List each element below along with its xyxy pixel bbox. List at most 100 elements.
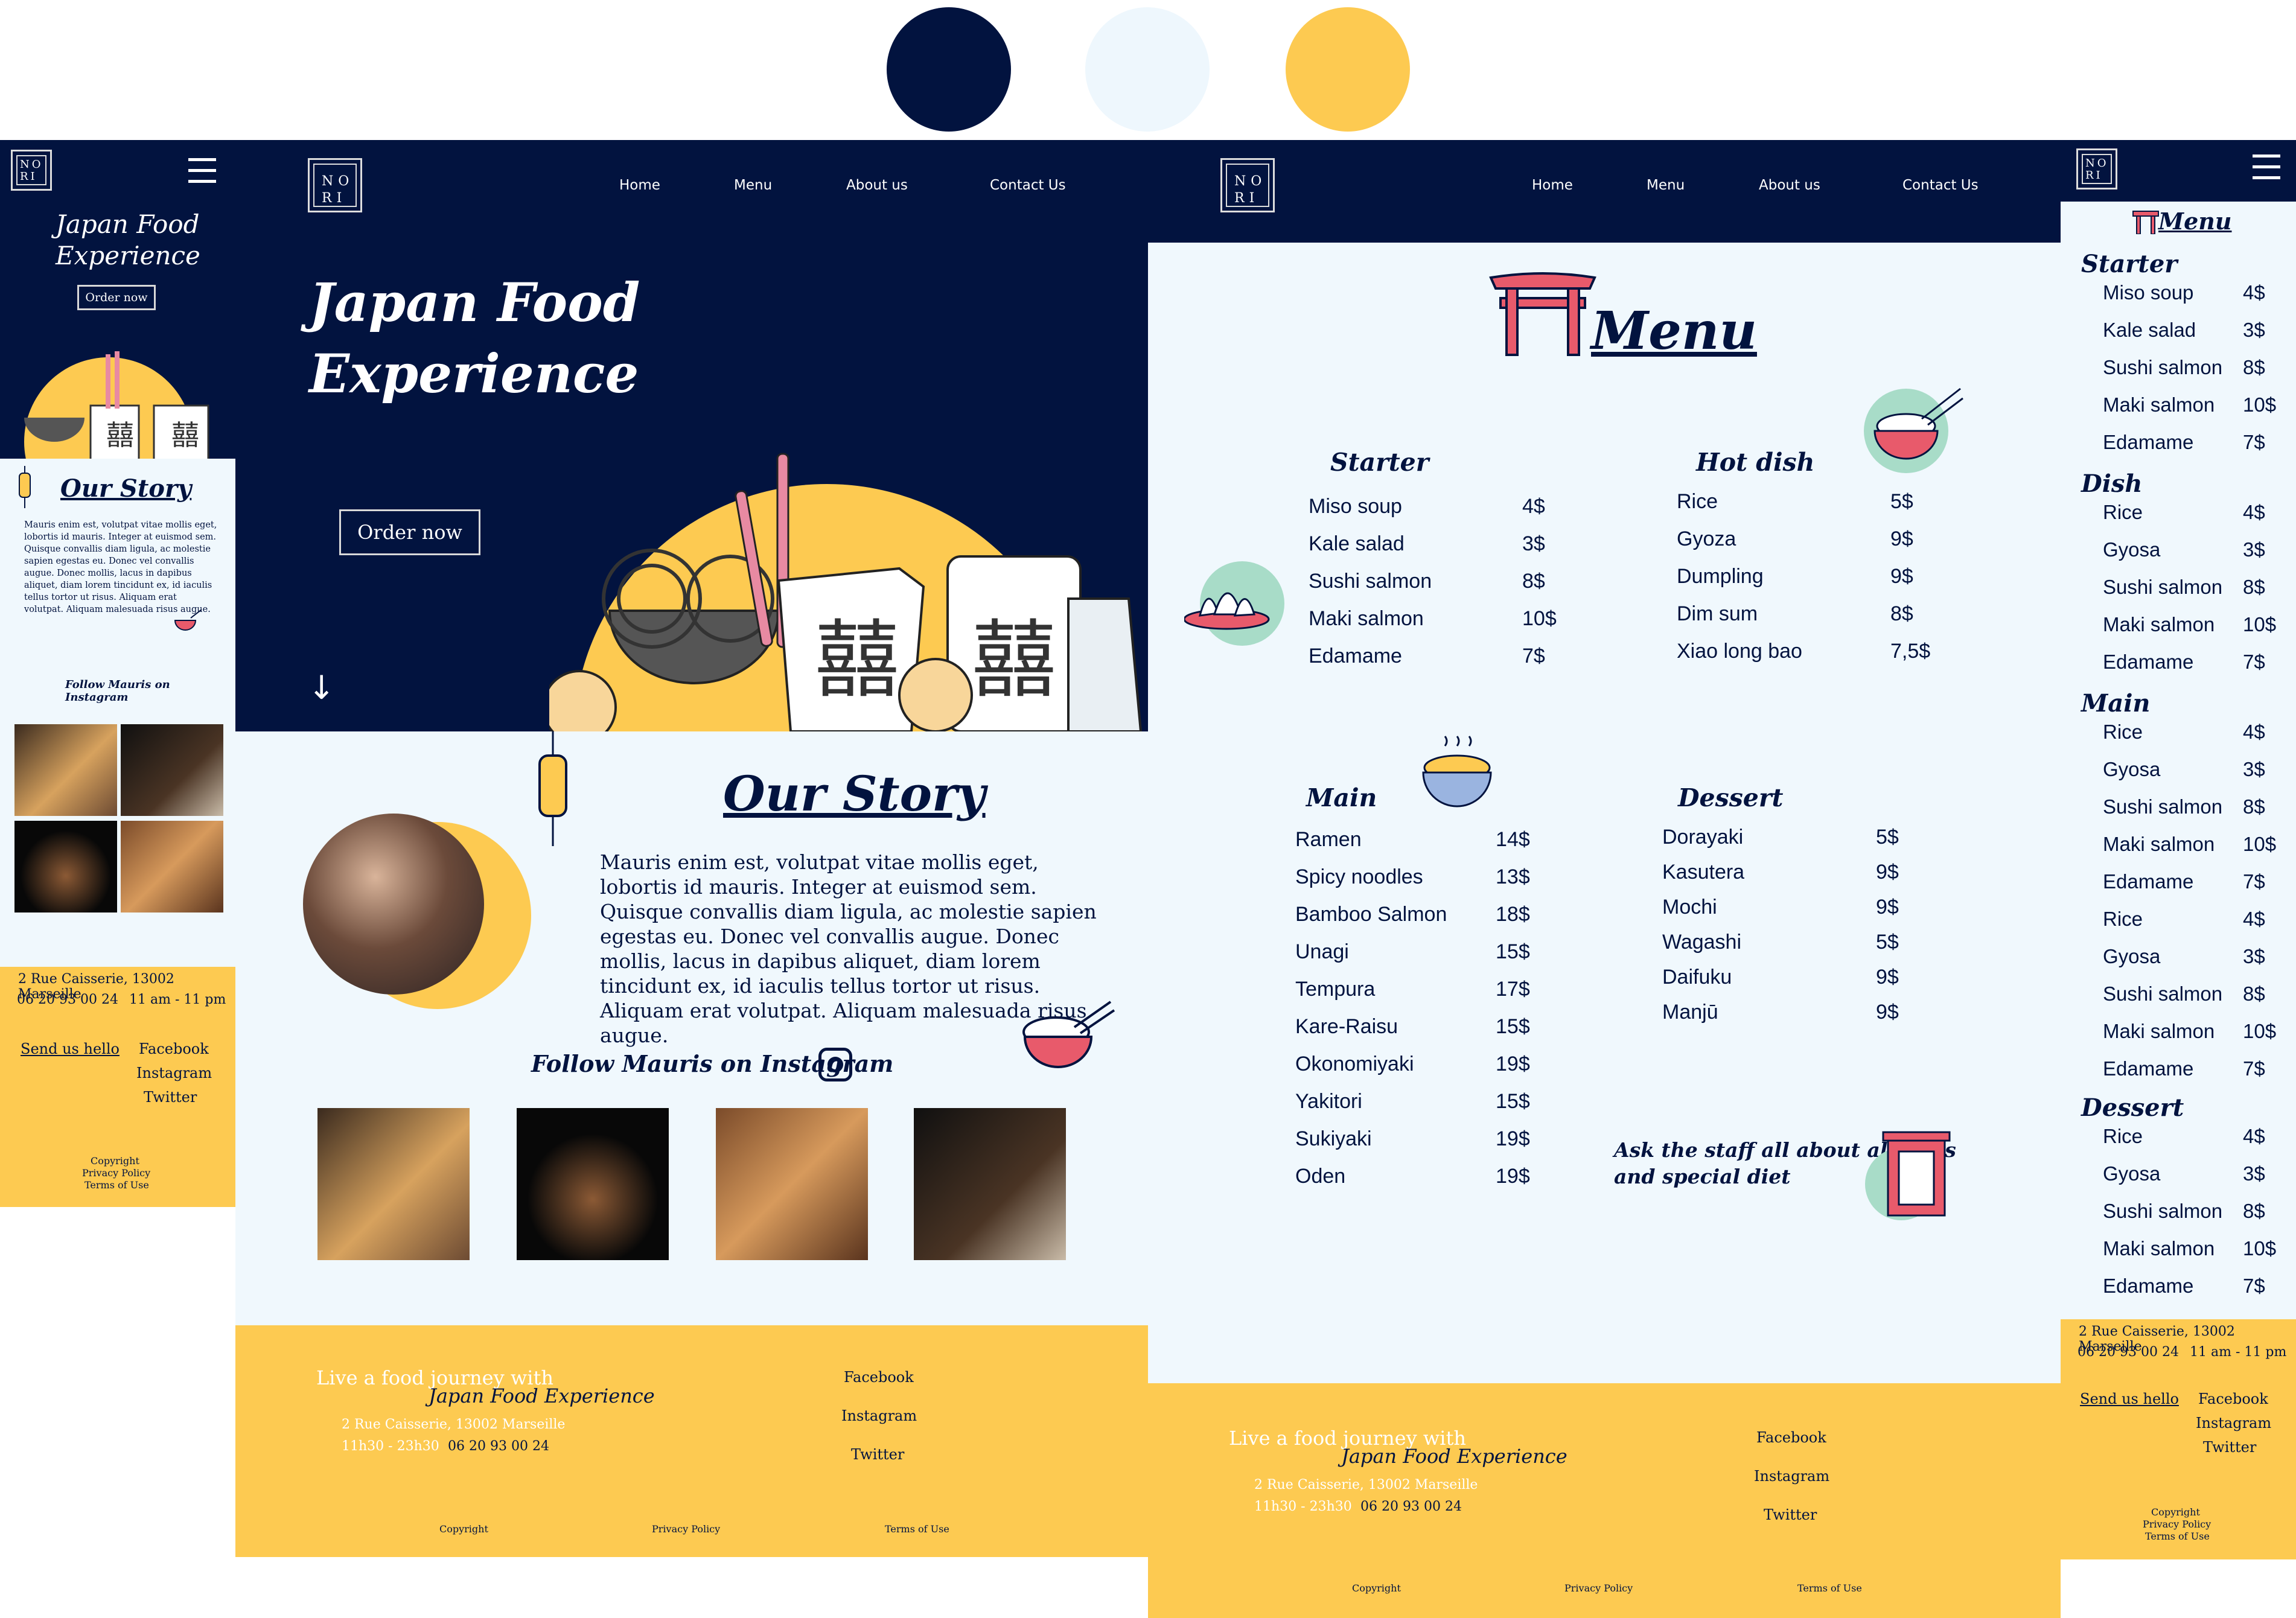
- mobile-menu-item-name: Sushi salmon: [2103, 983, 2223, 1005]
- mobile-twitter-link[interactable]: Twitter: [2203, 1439, 2256, 1456]
- mobile-menu-item-name: Maki salmon: [2103, 613, 2215, 635]
- mobile-twitter-link[interactable]: Twitter: [144, 1089, 197, 1106]
- menu-item-name: Bamboo Salmon: [1295, 903, 1447, 926]
- nav-contact[interactable]: Contact Us: [1902, 177, 1979, 193]
- nav-menu[interactable]: Menu: [734, 177, 772, 193]
- photo-tonkatsu[interactable]: [317, 1108, 470, 1260]
- nav-menu[interactable]: Menu: [1647, 177, 1685, 193]
- footer-instagram-link[interactable]: Instagram: [1754, 1468, 1829, 1485]
- dumplings-icon: [1183, 561, 1290, 646]
- footer-privacy[interactable]: Privacy Policy: [1564, 1582, 1633, 1594]
- menu-page-logo[interactable]: NO RI: [1220, 158, 1275, 212]
- desktop-order-button[interactable]: Order now: [339, 509, 480, 555]
- mobile-instagram-label[interactable]: Follow Mauris on Instagram: [65, 678, 235, 704]
- svg-text:囍: 囍: [972, 611, 1056, 710]
- nav-about[interactable]: About us: [846, 177, 908, 193]
- mobile-instagram-link[interactable]: Instagram: [136, 1065, 212, 1081]
- scroll-down-arrow-icon[interactable]: ↓: [308, 669, 335, 707]
- footer-twitter-link[interactable]: Twitter: [1764, 1506, 1817, 1523]
- menu-item-price: 9$: [1890, 565, 1913, 588]
- hamburger-menu-icon[interactable]: [188, 158, 216, 183]
- photo-sushi-bottle: [121, 724, 223, 816]
- menu-item-price: 10$: [1522, 607, 1557, 630]
- nav-home[interactable]: Home: [619, 177, 660, 193]
- footer-copyright[interactable]: Copyright: [1352, 1582, 1401, 1594]
- mobile-menu-item-price: 4$: [2243, 281, 2265, 304]
- mobile-menu-item-price: 7$: [2243, 1057, 2265, 1080]
- mobile-menu-item-price: 8$: [2243, 576, 2265, 598]
- menu-item-name: Yakitori: [1295, 1090, 1362, 1113]
- footer-instagram-link[interactable]: Instagram: [841, 1407, 917, 1424]
- menu-item-name: Daifuku: [1662, 966, 1732, 989]
- mobile-send-hello-link[interactable]: Send us hello: [2080, 1390, 2179, 1407]
- mobile-story-title: Our Story: [60, 474, 192, 503]
- scroll-sign-icon: [1864, 1124, 1958, 1220]
- mobile-hero-title: Japan Food Experience: [56, 209, 200, 270]
- hamburger-menu-icon[interactable]: [2253, 154, 2280, 180]
- mobile-facebook-link[interactable]: Facebook: [139, 1040, 209, 1057]
- mobile-menu-item-price: 7$: [2243, 431, 2265, 453]
- mobile-menu-item-name: Rice: [2103, 908, 2143, 930]
- mobile-menu-item-name: Edamame: [2103, 431, 2194, 453]
- menu-item-name: Edamame: [1309, 645, 1402, 667]
- mobile-menu-header: NO RI: [2061, 140, 2296, 202]
- mobile-menu-item-name: Rice: [2103, 721, 2143, 743]
- footer-hours: 11h30 - 23h30: [1254, 1499, 1352, 1514]
- desktop-menu-body: Menu Starter Miso soup 4$ Kale salad 3$ Sushi…: [1148, 243, 2061, 1383]
- footer-privacy[interactable]: Privacy Policy: [652, 1523, 720, 1535]
- mobile-menu-item-price: 8$: [2243, 356, 2265, 378]
- mobile-terms[interactable]: Terms of Use: [2145, 1530, 2210, 1542]
- mobile-menu-item-name: Maki salmon: [2103, 833, 2215, 855]
- desktop-logo[interactable]: NO RI: [308, 158, 362, 212]
- menu-item-name: Okonomiyaki: [1295, 1053, 1414, 1075]
- menu-item-name: Sukiyaki: [1295, 1127, 1372, 1150]
- menu-item-name: Kale salad: [1309, 532, 1405, 555]
- menu-item-name: Maki salmon: [1309, 607, 1424, 630]
- nav-contact[interactable]: Contact Us: [990, 177, 1066, 193]
- footer-terms[interactable]: Terms of Use: [885, 1523, 949, 1535]
- mobile-menu-item-price: 7$: [2243, 870, 2265, 893]
- mobile-logo[interactable]: NO RI: [11, 150, 52, 191]
- mobile-privacy[interactable]: Privacy Policy: [82, 1167, 150, 1179]
- footer-terms[interactable]: Terms of Use: [1797, 1582, 1862, 1594]
- mobile-menu-item-name: Sushi salmon: [2103, 1200, 2223, 1222]
- footer-facebook-link[interactable]: Facebook: [1756, 1429, 1826, 1446]
- nav-home[interactable]: Home: [1532, 177, 1573, 193]
- mobile-order-button[interactable]: Order now: [77, 285, 156, 310]
- nav-about[interactable]: About us: [1759, 177, 1820, 193]
- mobile-menu-item-name: Gyosa: [2103, 538, 2161, 561]
- menu-item-name: Miso soup: [1309, 495, 1402, 518]
- footer-phone: 06 20 93 00 24: [448, 1439, 549, 1454]
- mobile-copyright[interactable]: Copyright: [91, 1155, 139, 1167]
- mobile-menu-item-price: 10$: [2243, 1237, 2277, 1260]
- menu-item-price: 9$: [1876, 896, 1899, 919]
- mobile-menu-item-name: Maki salmon: [2103, 1237, 2215, 1260]
- menu-item-price: 9$: [1876, 861, 1899, 884]
- photo-noodle-bowl[interactable]: [517, 1108, 669, 1260]
- mobile-menu-item-name: Miso soup: [2103, 281, 2194, 304]
- menu-item-price: 5$: [1890, 490, 1913, 513]
- menu-item-name: Rice: [1677, 490, 1718, 513]
- instagram-icon[interactable]: [818, 1048, 852, 1081]
- mobile-menu-logo[interactable]: NO RI: [2076, 148, 2117, 190]
- mobile-copyright[interactable]: Copyright: [2151, 1506, 2200, 1518]
- menu-item-price: 19$: [1496, 1127, 1530, 1150]
- footer-copyright[interactable]: Copyright: [439, 1523, 488, 1535]
- mobile-instagram-link[interactable]: Instagram: [2196, 1415, 2271, 1432]
- photo-sushi-bottle[interactable]: [914, 1108, 1066, 1260]
- mobile-terms[interactable]: Terms of Use: [85, 1179, 149, 1191]
- photo-yakitori[interactable]: [716, 1108, 868, 1260]
- desktop-home-hero: NO RI Home Menu About us Contact Us Japan…: [235, 140, 1148, 731]
- swatch-yellow: [1286, 7, 1410, 132]
- svg-text:囍: 囍: [171, 419, 199, 451]
- footer-facebook-link[interactable]: Facebook: [844, 1369, 914, 1386]
- mobile-privacy[interactable]: Privacy Policy: [2143, 1518, 2211, 1530]
- mobile-facebook-link[interactable]: Facebook: [2198, 1390, 2268, 1407]
- footer-phone: 06 20 93 00 24: [1360, 1499, 1462, 1514]
- mobile-send-hello-link[interactable]: Send us hello: [21, 1040, 120, 1057]
- mobile-menu-item-price: 10$: [2243, 833, 2277, 855]
- menu-item-price: 7,5$: [1890, 640, 1931, 663]
- mobile-menu-item-name: Edamame: [2103, 1275, 2194, 1297]
- footer-twitter-link[interactable]: Twitter: [851, 1446, 904, 1463]
- menu-item-price: 5$: [1876, 931, 1899, 954]
